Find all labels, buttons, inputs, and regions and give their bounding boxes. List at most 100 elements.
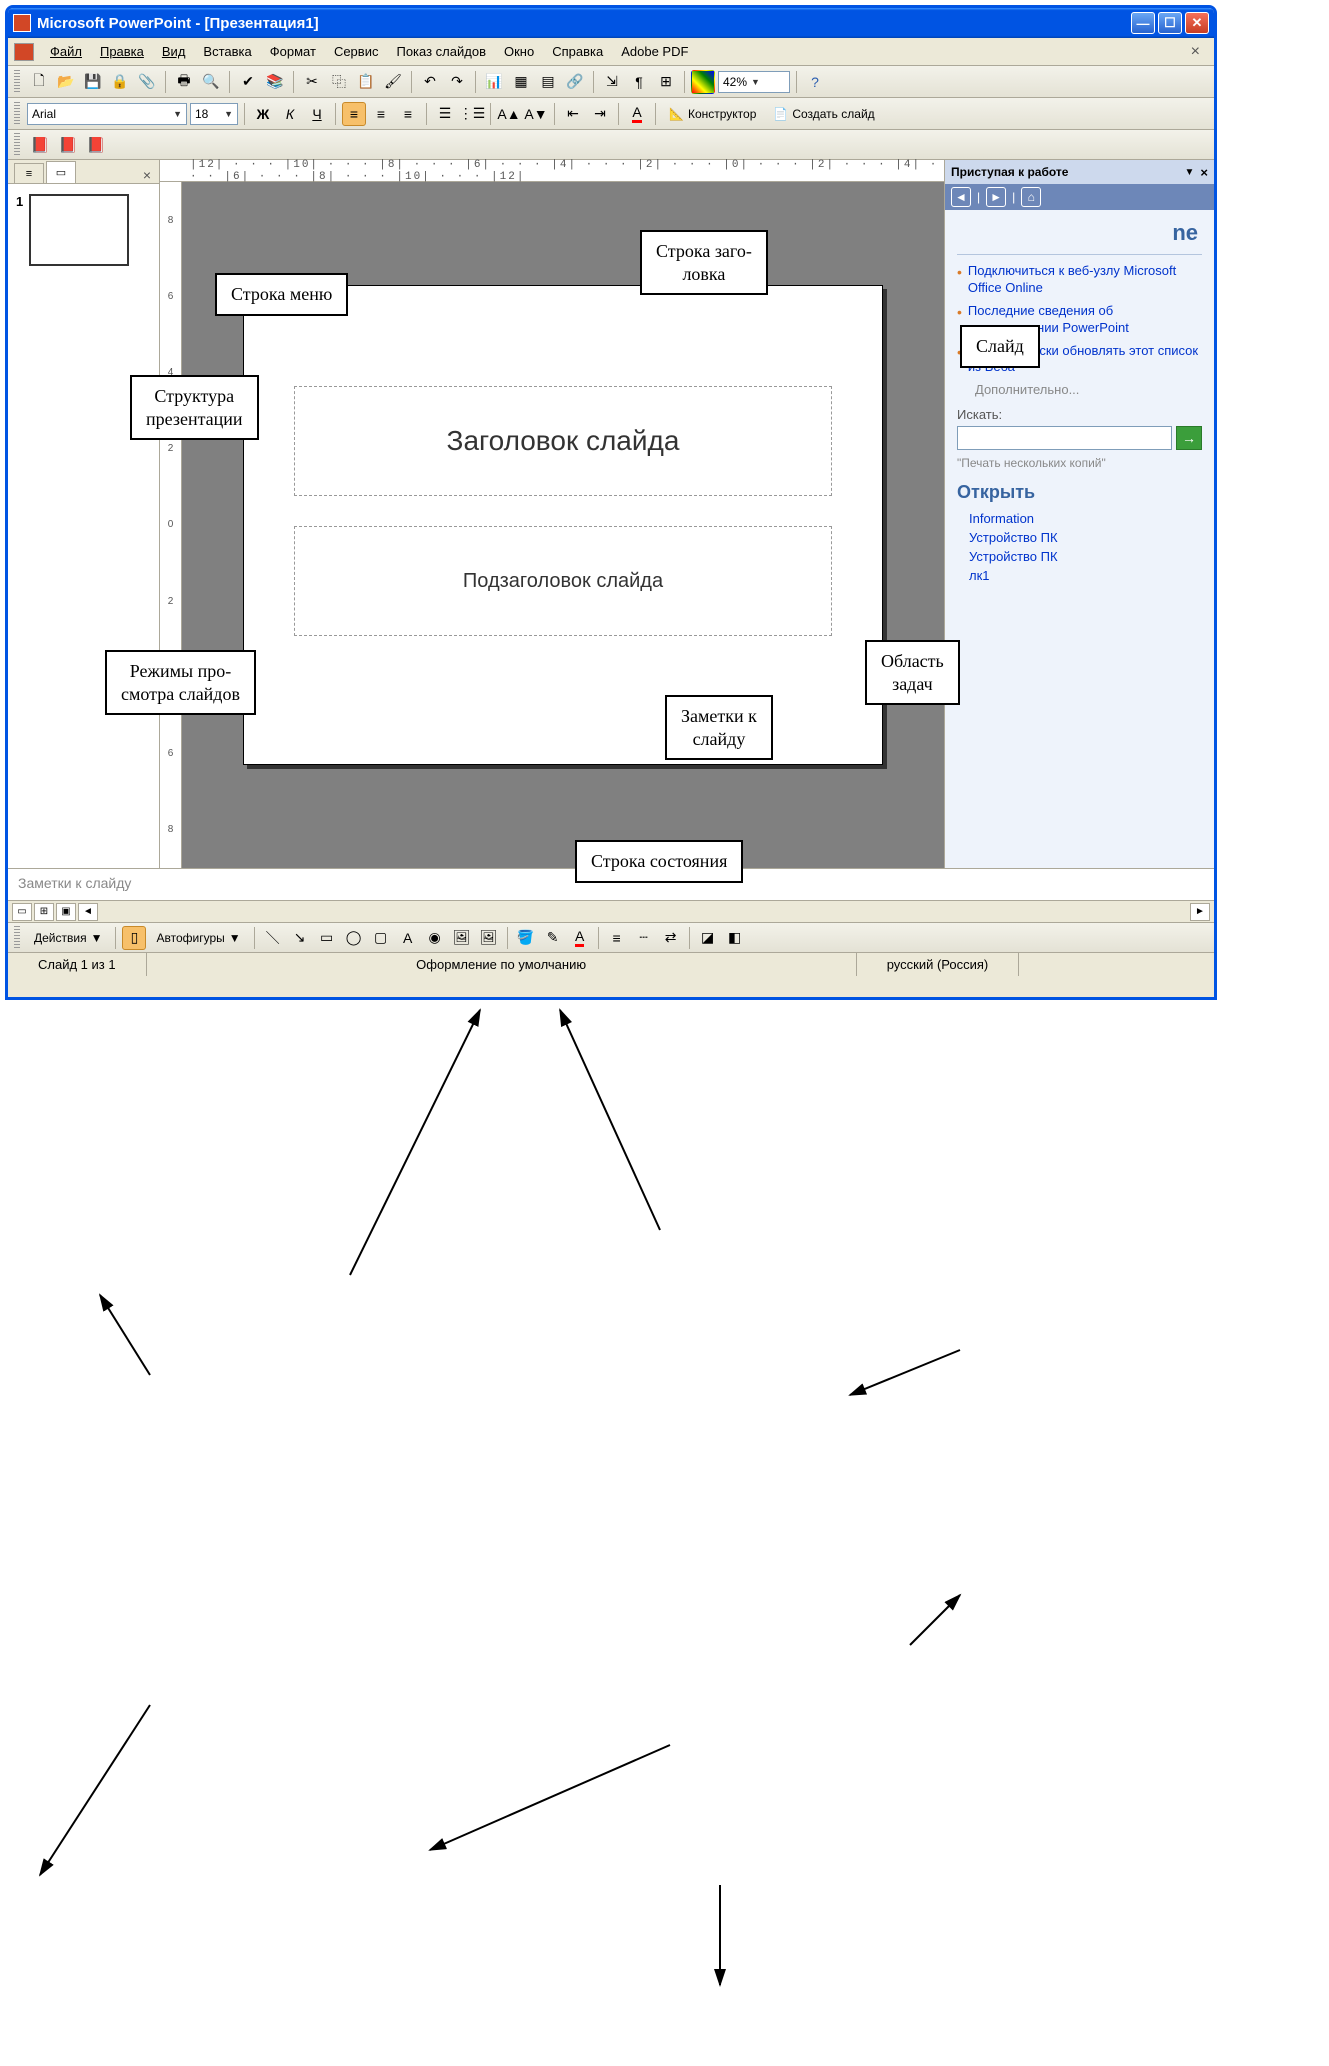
pdf-review-icon[interactable]: 📕 [84, 134, 108, 156]
new-slide-button[interactable]: 📄 Создать слайд [766, 102, 881, 126]
sorter-view-button[interactable]: ⊞ [34, 903, 54, 921]
align-center-icon[interactable]: ≡ [369, 102, 393, 126]
recent-file[interactable]: Information [969, 511, 1202, 526]
scroll-right-button[interactable]: ► [1190, 903, 1210, 921]
menu-edit[interactable]: Правка [92, 41, 152, 62]
slideshow-view-button[interactable]: ▣ [56, 903, 76, 921]
open-icon[interactable]: 📂 [54, 70, 78, 94]
underline-icon[interactable]: Ч [305, 102, 329, 126]
task-pane-close-icon[interactable]: × [1200, 165, 1208, 180]
select-icon[interactable]: ▯ [122, 926, 146, 950]
recent-file[interactable]: Устройство ПК [969, 530, 1202, 545]
attach-icon[interactable]: 📎 [135, 70, 159, 94]
color-icon[interactable] [691, 70, 715, 94]
line-icon[interactable]: ＼ [261, 926, 285, 950]
title-placeholder[interactable]: Заголовок слайда [294, 386, 832, 496]
dash-style-icon[interactable]: ┄ [632, 926, 656, 950]
research-icon[interactable]: 📚 [263, 70, 287, 94]
paste-icon[interactable]: 📋 [354, 70, 378, 94]
menu-window[interactable]: Окно [496, 41, 542, 62]
save-icon[interactable]: 💾 [81, 70, 105, 94]
wordart-icon[interactable]: A [396, 926, 420, 950]
menu-insert[interactable]: Вставка [195, 41, 259, 62]
task-pane-dropdown-icon[interactable]: ▼ [1185, 167, 1195, 178]
fill-color-icon[interactable]: 🪣 [514, 926, 538, 950]
status-language[interactable]: русский (Россия) [857, 953, 1020, 976]
search-input[interactable] [957, 426, 1172, 450]
menu-tools[interactable]: Сервис [326, 41, 387, 62]
pdf-email-icon[interactable]: 📕 [56, 134, 80, 156]
maximize-button[interactable]: ☐ [1158, 12, 1182, 34]
arrow-icon[interactable]: ↘ [288, 926, 312, 950]
tab-slides[interactable]: ▭ [46, 161, 76, 183]
permission-icon[interactable]: 🔒 [108, 70, 132, 94]
redo-icon[interactable]: ↷ [445, 70, 469, 94]
menu-view[interactable]: Вид [154, 41, 194, 62]
bullets-icon[interactable]: ⋮☰ [460, 102, 484, 126]
close-button[interactable]: ✕ [1185, 12, 1209, 34]
nav-forward-icon[interactable]: ► [986, 187, 1006, 207]
tab-outline[interactable]: ≡ [14, 163, 44, 183]
subtitle-placeholder[interactable]: Подзаголовок слайда [294, 526, 832, 636]
undo-icon[interactable]: ↶ [418, 70, 442, 94]
menu-file[interactable]: Файл [42, 41, 90, 62]
grid-icon[interactable]: ⊞ [654, 70, 678, 94]
align-right-icon[interactable]: ≡ [396, 102, 420, 126]
textbox-icon[interactable]: ▢ [369, 926, 393, 950]
nav-back-icon[interactable]: ◄ [951, 187, 971, 207]
font-combo[interactable]: Arial▼ [27, 103, 187, 125]
toolbar-grip[interactable] [14, 133, 20, 157]
outline-close-icon[interactable]: × [143, 167, 151, 183]
autoshapes-menu[interactable]: Автофигуры ▼ [149, 926, 247, 950]
pdf-convert-icon[interactable]: 📕 [28, 134, 52, 156]
italic-icon[interactable]: К [278, 102, 302, 126]
help-icon[interactable]: ? [803, 70, 827, 94]
search-go-button[interactable]: → [1176, 426, 1202, 450]
rectangle-icon[interactable]: ▭ [315, 926, 339, 950]
preview-icon[interactable]: 🔍 [199, 70, 223, 94]
align-left-icon[interactable]: ≡ [342, 102, 366, 126]
font-color-icon[interactable]: A [625, 102, 649, 126]
task-pane-header[interactable]: Приступая к работе ▼ × [945, 160, 1214, 184]
nav-home-icon[interactable]: ⌂ [1021, 187, 1041, 207]
close-document-button[interactable]: × [1183, 43, 1208, 61]
tables-borders-icon[interactable]: ▤ [536, 70, 560, 94]
menu-help[interactable]: Справка [544, 41, 611, 62]
recent-file[interactable]: Устройство ПК [969, 549, 1202, 564]
format-painter-icon[interactable]: 🖌 [381, 70, 405, 94]
actions-menu[interactable]: Действия ▼ [27, 926, 109, 950]
minimize-button[interactable]: — [1131, 12, 1155, 34]
toolbar-grip[interactable] [14, 926, 20, 950]
line-color-icon[interactable]: ✎ [541, 926, 565, 950]
bold-icon[interactable]: Ж [251, 102, 275, 126]
normal-view-button[interactable]: ▭ [12, 903, 32, 921]
decrease-indent-icon[interactable]: ⇤ [561, 102, 585, 126]
toolbar-grip[interactable] [14, 102, 20, 126]
slide-thumbnail[interactable] [29, 194, 129, 266]
diagram-icon[interactable]: ◉ [423, 926, 447, 950]
table-icon[interactable]: ▦ [509, 70, 533, 94]
3d-icon[interactable]: ◧ [723, 926, 747, 950]
menu-adobe-pdf[interactable]: Adobe PDF [613, 41, 696, 62]
clipart-icon[interactable]: 🖼 [450, 926, 474, 950]
copy-icon[interactable]: ⿻ [327, 70, 351, 94]
menu-slideshow[interactable]: Показ слайдов [388, 41, 494, 62]
font-size-combo[interactable]: 18▼ [190, 103, 238, 125]
recent-file[interactable]: лк1 [969, 568, 1202, 583]
show-formatting-icon[interactable]: ¶ [627, 70, 651, 94]
hyperlink-icon[interactable]: 🔗 [563, 70, 587, 94]
design-button[interactable]: 📐 Конструктор [662, 102, 763, 126]
chart-icon[interactable]: 📊 [482, 70, 506, 94]
cut-icon[interactable]: ✂ [300, 70, 324, 94]
arrow-style-icon[interactable]: ⇄ [659, 926, 683, 950]
oval-icon[interactable]: ◯ [342, 926, 366, 950]
link-more[interactable]: Дополнительно... [975, 382, 1202, 397]
print-icon[interactable]: 🖶 [172, 70, 196, 94]
increase-font-icon[interactable]: A▲ [497, 102, 521, 126]
numbering-icon[interactable]: ☰ [433, 102, 457, 126]
picture-icon[interactable]: 🖼 [477, 926, 501, 950]
decrease-font-icon[interactable]: A▼ [524, 102, 548, 126]
new-icon[interactable]: 🗋 [27, 70, 51, 94]
scroll-left-button[interactable]: ◄ [78, 903, 98, 921]
link-connect-office-online[interactable]: •Подключиться к веб-узлу Microsoft Offic… [957, 263, 1202, 297]
